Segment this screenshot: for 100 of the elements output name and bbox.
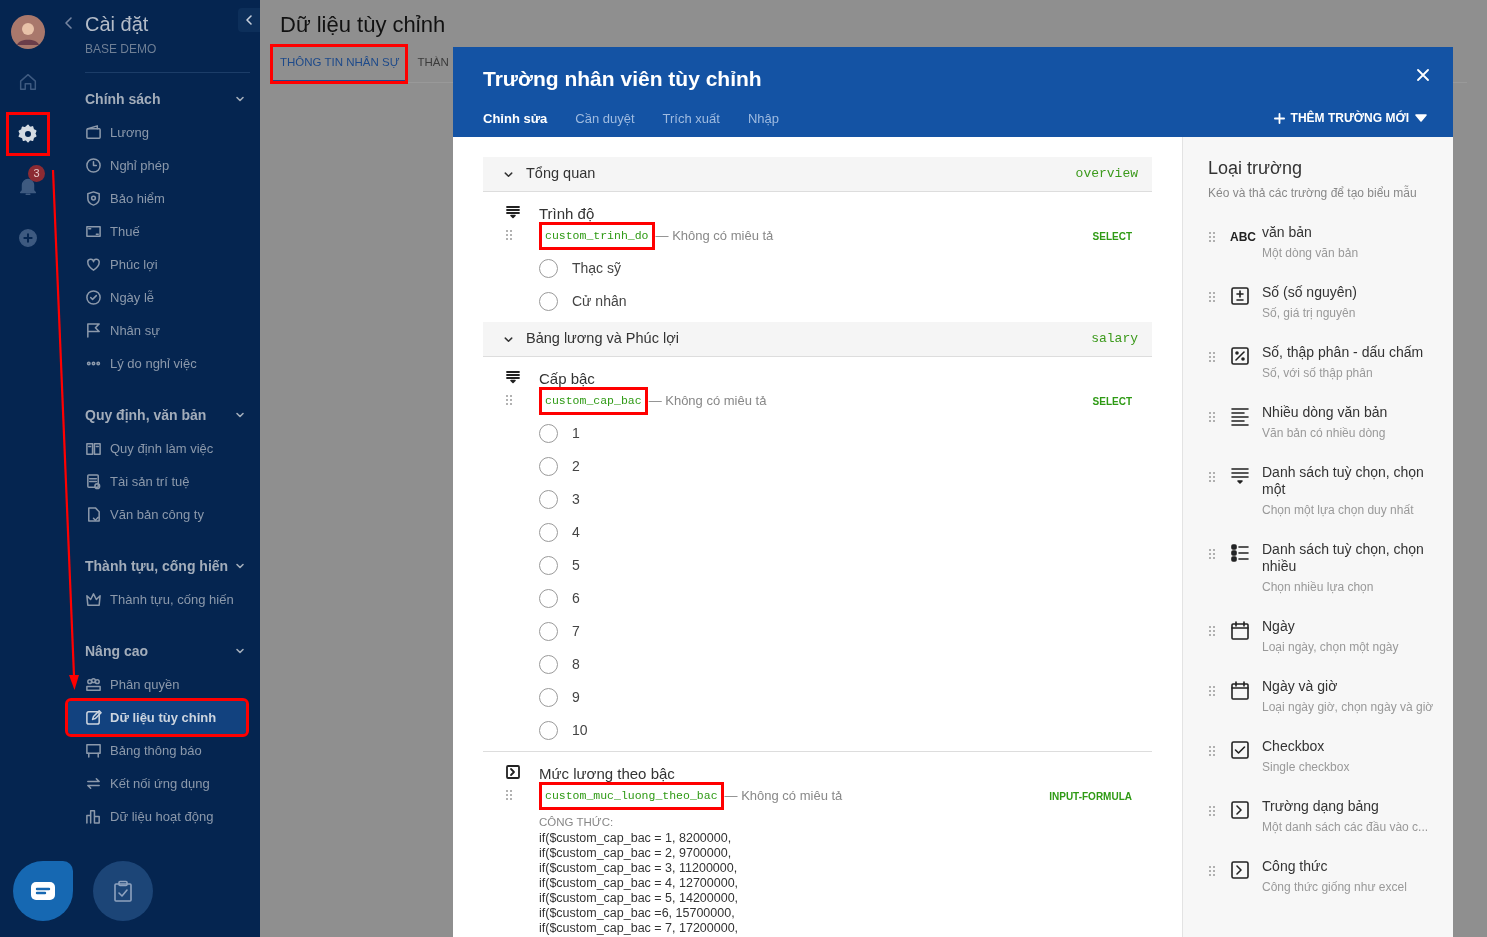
- settings-button[interactable]: [6, 112, 50, 156]
- modal-tab[interactable]: Trích xuất: [662, 108, 720, 128]
- sidebar-item[interactable]: Bảng thông báo: [85, 734, 250, 767]
- modal-title: Trường nhân viên tùy chỉnh: [483, 66, 763, 92]
- field-type-name[interactable]: Công thức: [1262, 858, 1433, 875]
- collapse-button[interactable]: [238, 8, 260, 32]
- radio-button[interactable]: [539, 556, 558, 575]
- radio-button[interactable]: [539, 259, 558, 278]
- option-label: 2: [572, 457, 580, 476]
- sidebar-item[interactable]: Thành tựu, cống hiến: [85, 583, 250, 616]
- document-icon: [85, 473, 102, 490]
- field-type-name[interactable]: văn bản: [1262, 224, 1433, 241]
- modal-tab[interactable]: Cần duyệt: [575, 108, 635, 128]
- formula-line: if($custom_cap_bac = 4, 12700000,: [539, 876, 740, 892]
- field-title: Trình độ: [539, 204, 596, 224]
- heart-icon: [85, 256, 102, 273]
- calendar-icon: [1230, 680, 1250, 702]
- dropdown-list-icon: [505, 369, 521, 385]
- bell-button[interactable]: 3: [6, 164, 50, 208]
- dropdown-list-icon: [505, 204, 521, 220]
- option-label: 4: [572, 523, 580, 542]
- drag-handle-icon: [1208, 684, 1216, 697]
- field-type-name[interactable]: Số (số nguyên): [1262, 284, 1433, 301]
- notification-badge: 3: [28, 165, 45, 182]
- field-type-name[interactable]: Danh sách tuỳ chọn, chọn nhiều: [1262, 541, 1433, 575]
- clock-icon: [85, 157, 102, 174]
- field-type-name[interactable]: Trường dạng bảng: [1262, 798, 1433, 815]
- close-button[interactable]: [1417, 69, 1431, 83]
- page-tab[interactable]: THÀN: [417, 46, 449, 83]
- sidebar-item[interactable]: Lý do nghỉ việc: [85, 347, 250, 380]
- sidebar-item[interactable]: Nhân sự: [85, 314, 250, 347]
- people-icon: [85, 676, 102, 693]
- sidebar-item[interactable]: Thuế: [85, 215, 250, 248]
- sidebar-item[interactable]: Dữ liệu hoạt động: [85, 800, 250, 833]
- group-title[interactable]: Chính sách: [85, 88, 161, 110]
- clipboard-check-icon: [113, 880, 133, 902]
- radio-button[interactable]: [539, 424, 558, 443]
- sidebar-item[interactable]: Bảo hiểm: [85, 182, 250, 215]
- radio-button[interactable]: [539, 589, 558, 608]
- section-header[interactable]: Tổng quan overview: [483, 157, 1152, 192]
- radio-button[interactable]: [539, 721, 558, 740]
- field-type-name[interactable]: Checkbox: [1262, 738, 1433, 755]
- formula-line: if($custom_cap_bac =6, 15700000,: [539, 906, 736, 922]
- option-label: 10: [572, 721, 588, 740]
- add-field-button[interactable]: THÊM TRƯỜNG MỚI: [1273, 109, 1427, 128]
- drag-handle-icon: [1208, 624, 1216, 637]
- sidebar-item[interactable]: Phân quyền: [85, 668, 250, 701]
- drag-handle-icon: [1208, 470, 1216, 483]
- formula-line: if($custom_cap_bac = 3, 11200000,: [539, 861, 739, 877]
- arrows-icon: [85, 775, 102, 792]
- field-type-name[interactable]: Ngày và giờ: [1262, 678, 1434, 695]
- sidebar-item[interactable]: Kết nối ứng dụng: [85, 767, 250, 800]
- radio-button[interactable]: [539, 490, 558, 509]
- board-icon: [85, 742, 102, 759]
- group-title[interactable]: Quy định, văn bản: [85, 404, 207, 426]
- field-type-name[interactable]: Nhiều dòng văn bản: [1262, 404, 1433, 421]
- radio-button[interactable]: [539, 523, 558, 542]
- plus-icon: [1273, 112, 1285, 124]
- radio-button[interactable]: [539, 292, 558, 311]
- sidebar-subtitle: BASE DEMO: [85, 41, 158, 58]
- sidebar-item[interactable]: Tài sản trí tuệ: [85, 465, 250, 498]
- drag-handle-icon: [1208, 410, 1216, 423]
- radio-button[interactable]: [539, 457, 558, 476]
- field-type-description: Single checkbox: [1262, 759, 1351, 776]
- sidebar-item[interactable]: Văn bản công ty: [85, 498, 250, 531]
- drag-handle-icon: [505, 394, 513, 406]
- wallet-icon: [85, 124, 102, 141]
- bar-chart-icon: [85, 808, 102, 825]
- modal-tab[interactable]: Nhập: [747, 108, 779, 128]
- section-header[interactable]: Bảng lương và Phúc lợi salary: [483, 322, 1152, 357]
- crown-icon: [85, 591, 102, 608]
- paragraph-icon: [1230, 406, 1250, 428]
- section-key: overview: [1075, 164, 1138, 184]
- sidebar-item[interactable]: Nghỉ phép: [85, 149, 250, 182]
- sidebar-item[interactable]: Ngày lễ: [85, 281, 250, 314]
- modal-tab[interactable]: Chỉnh sửa: [483, 108, 548, 128]
- field-type-name[interactable]: Danh sách tuỳ chọn, chọn một: [1262, 464, 1433, 498]
- checkbox-icon: [1230, 740, 1250, 762]
- sidebar-item[interactable]: Lương: [85, 116, 250, 149]
- radio-button[interactable]: [539, 622, 558, 641]
- add-icon: [17, 227, 39, 249]
- back-icon: [64, 16, 74, 30]
- file-icon: [85, 506, 102, 523]
- drag-handle-icon: [505, 789, 513, 801]
- sidebar-item[interactable]: Phúc lợi: [85, 248, 250, 281]
- group-title[interactable]: Thành tựu, cống hiến: [85, 555, 229, 577]
- radio-button[interactable]: [539, 655, 558, 674]
- panel-title: Loại trường: [1208, 157, 1303, 180]
- sidebar-item[interactable]: Dữ liệu tùy chỉnh: [68, 701, 246, 734]
- field-type-name[interactable]: Số, thập phân - dấu chấm: [1262, 344, 1433, 361]
- frame-icon: [85, 223, 102, 240]
- field-type: INPUT-FORMULA: [1049, 789, 1132, 804]
- formula-line: if($custom_cap_bac = 1, 8200000,: [539, 831, 733, 847]
- group-title[interactable]: Nâng cao: [85, 640, 148, 662]
- sidebar-item[interactable]: Quy định làm việc: [85, 432, 250, 465]
- field-type-name[interactable]: Ngày: [1262, 618, 1433, 635]
- panel-subtitle: Kéo và thả các trường để tạo biểu mẫu: [1208, 184, 1418, 202]
- radio-button[interactable]: [539, 688, 558, 707]
- field-key: custom_muc_luong_theo_bac: [539, 782, 724, 810]
- terminal-icon: [1230, 860, 1250, 882]
